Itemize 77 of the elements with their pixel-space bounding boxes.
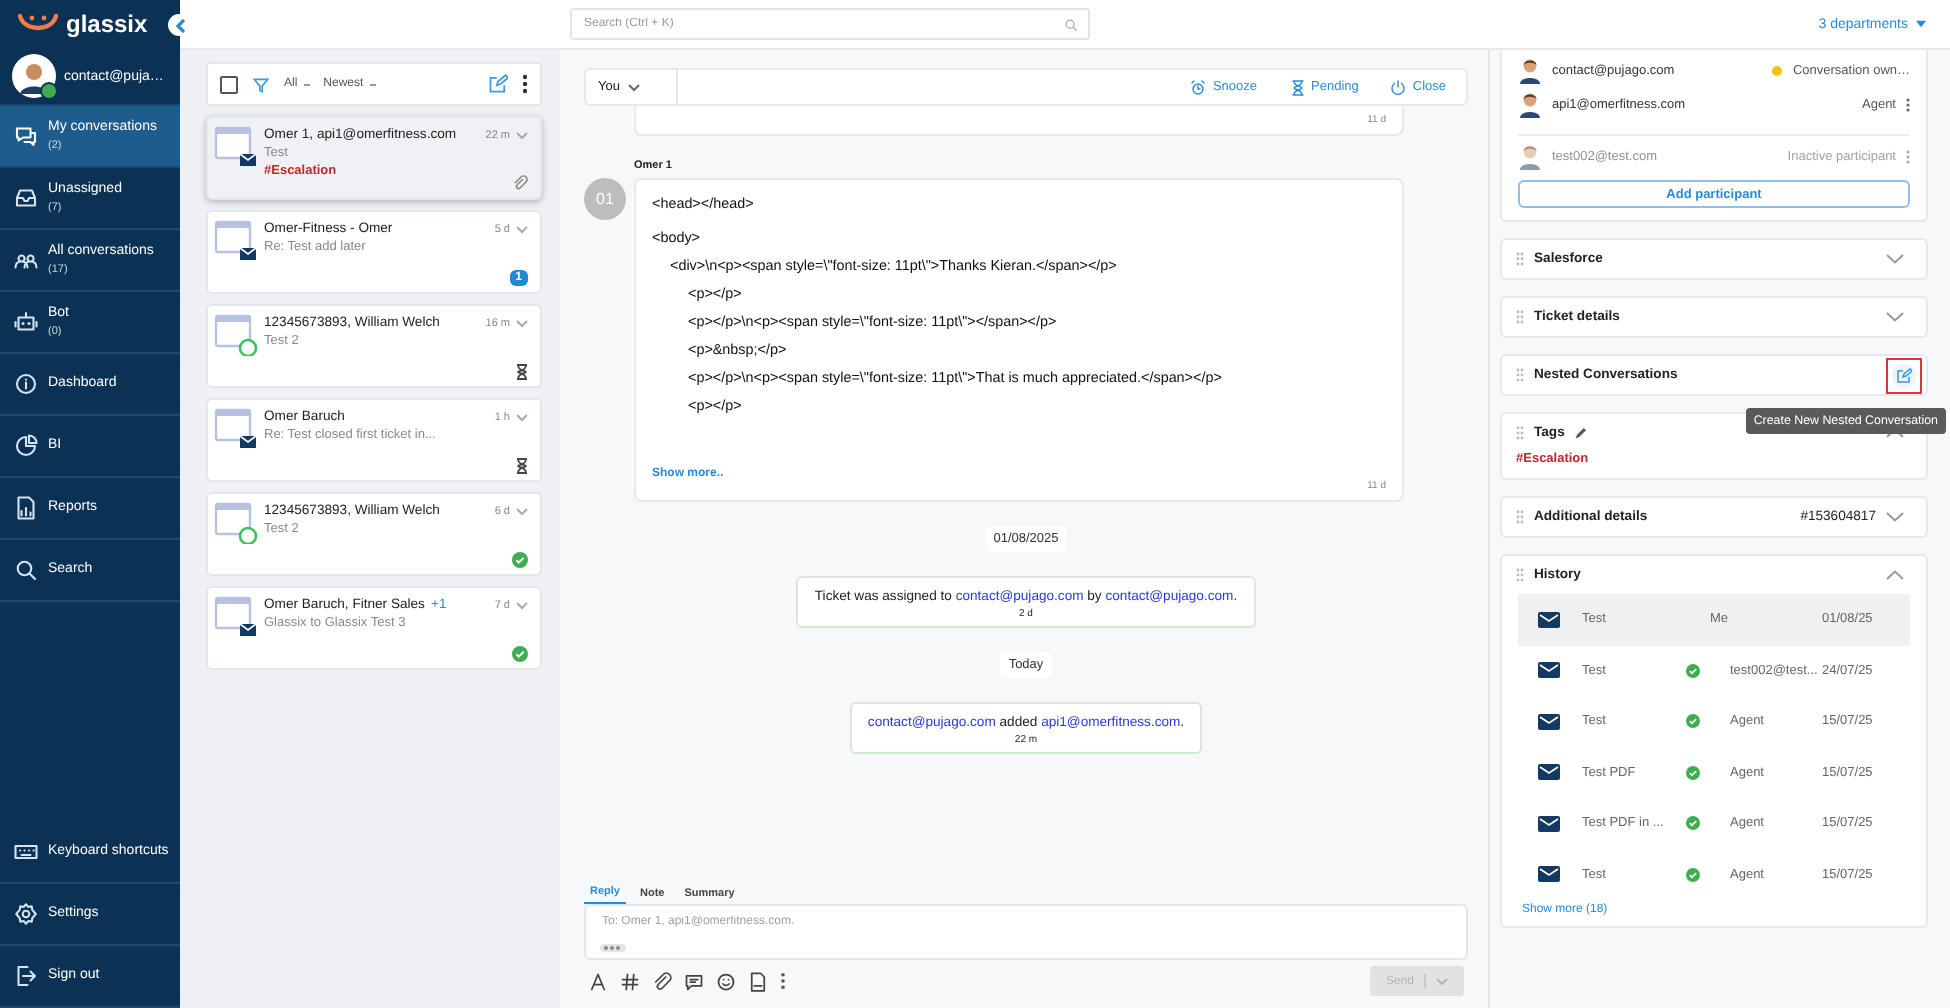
hourglass-icon <box>1289 79 1306 95</box>
chevron-down-icon[interactable] <box>516 319 528 327</box>
envelope-icon <box>1538 662 1560 679</box>
search-icon <box>1064 17 1078 31</box>
contact-chat-icon <box>214 312 258 356</box>
drag-handle-icon[interactable] <box>1516 426 1524 440</box>
smile-logo-icon <box>16 12 60 36</box>
smiley-icon[interactable] <box>716 971 736 991</box>
person-silhouette-icon <box>12 54 56 98</box>
envelope-icon <box>1538 764 1560 781</box>
contact-envelope-icon <box>214 124 258 168</box>
hashtag-icon[interactable] <box>620 971 640 991</box>
filter-icon[interactable] <box>252 75 270 93</box>
compose-icon <box>1896 367 1912 383</box>
contact-envelope-icon <box>214 406 258 450</box>
drag-handle-icon[interactable] <box>1516 310 1524 324</box>
pencil-icon[interactable] <box>1574 427 1587 439</box>
sign-out-icon <box>14 964 38 988</box>
person-avatar-icon <box>1518 58 1542 84</box>
check-circle-icon <box>512 552 528 568</box>
chevron-down-icon[interactable] <box>1886 312 1904 322</box>
pie-chart-icon <box>14 434 38 458</box>
chevron-down-icon <box>627 83 640 91</box>
chevron-left-icon <box>173 17 185 33</box>
settings-icon <box>14 902 38 926</box>
paperclip-icon <box>512 174 528 192</box>
caret-down-icon <box>1916 20 1926 28</box>
info-icon <box>14 372 38 396</box>
drag-handle-icon[interactable] <box>1516 568 1524 582</box>
chevron-down-icon <box>1436 977 1448 985</box>
contact-chat-icon <box>214 500 258 544</box>
drag-handle-icon[interactable] <box>1516 368 1524 382</box>
contact-envelope-icon <box>214 218 258 262</box>
chevron-down-icon[interactable] <box>1886 512 1904 522</box>
check-circle-icon <box>512 646 528 662</box>
compose-icon[interactable] <box>488 74 508 94</box>
envelope-icon <box>1538 611 1560 628</box>
avatar[interactable] <box>12 54 56 98</box>
chevron-down-icon[interactable] <box>516 225 528 233</box>
more-vertical-icon[interactable] <box>522 74 528 94</box>
chevron-down-icon[interactable] <box>516 131 528 139</box>
alarm-clock-icon <box>1190 79 1207 95</box>
contact-envelope-icon <box>214 594 258 638</box>
person-avatar-icon <box>1518 143 1542 169</box>
hourglass-icon <box>516 364 528 380</box>
logo-text: glassix <box>66 10 148 38</box>
compose-button[interactable] <box>1892 363 1916 387</box>
expand-quote-icon[interactable] <box>600 944 626 952</box>
person-avatar-icon <box>1518 92 1542 118</box>
chevron-down-icon[interactable] <box>516 601 528 609</box>
chevron-down-icon[interactable] <box>1886 254 1904 264</box>
power-icon <box>1390 79 1407 95</box>
chevron-up-icon[interactable] <box>1886 570 1904 580</box>
envelope-icon <box>1538 713 1560 730</box>
chevron-up-icon[interactable] <box>1886 428 1904 438</box>
text-format-icon[interactable] <box>588 971 608 991</box>
collapse-button[interactable] <box>168 14 190 36</box>
chat-icon <box>14 124 38 148</box>
more-vertical-icon[interactable] <box>780 972 786 990</box>
envelope-icon <box>1538 815 1560 832</box>
inbox-icon <box>14 186 38 210</box>
robot-icon <box>14 310 38 334</box>
envelope-icon <box>1538 866 1560 883</box>
pdf-file-icon[interactable] <box>748 971 768 991</box>
drag-handle-icon[interactable] <box>1516 252 1524 266</box>
people-icon <box>14 248 38 272</box>
avatar: 01 <box>584 178 626 220</box>
chevron-down-icon[interactable] <box>516 413 528 421</box>
paperclip-icon[interactable] <box>652 971 672 991</box>
select-all-checkbox[interactable] <box>220 75 238 93</box>
chat-bubble-icon[interactable] <box>684 971 704 991</box>
drag-handle-icon[interactable] <box>1516 510 1524 524</box>
hourglass-icon <box>516 458 528 474</box>
keyboard-icon <box>14 840 38 864</box>
report-icon <box>14 496 38 520</box>
search-icon <box>14 558 38 582</box>
chevron-down-icon[interactable] <box>516 507 528 515</box>
